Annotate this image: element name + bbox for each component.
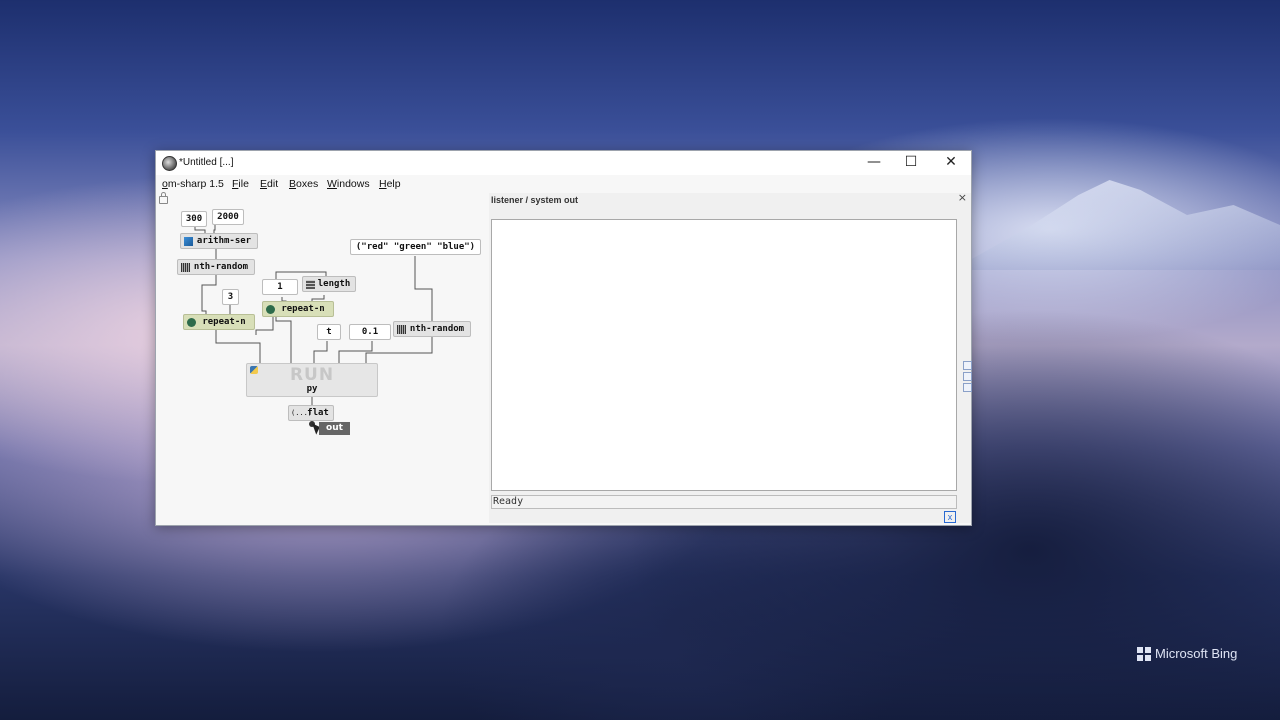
repeat-n-box-1[interactable]: repeat-n (183, 314, 255, 330)
tool-icon-1[interactable] (963, 361, 972, 370)
menu-app[interactable]: om-sharp 1.5 (162, 178, 224, 190)
wire (338, 341, 373, 363)
listener-clear-button[interactable]: x (944, 511, 956, 523)
menu-windows[interactable]: Windows (327, 178, 370, 190)
wire (275, 317, 292, 363)
t-box[interactable]: t (317, 324, 341, 340)
menu-edit[interactable]: Edit (260, 178, 278, 190)
menu-boxes[interactable]: Boxes (289, 178, 318, 190)
menu-help[interactable]: Help (379, 178, 401, 190)
lock-icon[interactable] (159, 192, 168, 204)
flat-box[interactable]: (...) flat (288, 405, 334, 421)
listener-side-tools (963, 361, 973, 394)
nth-random-box-1[interactable]: nth-random (177, 259, 255, 275)
maximize-button[interactable]: ☐ (893, 151, 929, 175)
out-box[interactable]: out (319, 422, 350, 435)
list-icon (306, 280, 315, 289)
number-box-2000[interactable]: 2000 (212, 209, 244, 225)
close-button[interactable]: ✕ (933, 151, 969, 175)
menu-file[interactable]: File (232, 178, 249, 190)
number-box-300[interactable]: 300 (181, 211, 207, 227)
bing-watermark: Microsoft Bing (1137, 646, 1237, 661)
number-box-1[interactable]: 1 (262, 279, 298, 295)
tool-icon-2[interactable] (963, 372, 972, 381)
arithm-ser-box[interactable]: arithm-ser (180, 233, 258, 249)
title-bar[interactable]: *Untitled [...] — ☐ ✕ (156, 151, 971, 175)
repeat-icon (266, 305, 275, 314)
listener-status: Ready (491, 495, 957, 509)
listener-title: listener / system out (491, 195, 579, 205)
listener-close-icon[interactable]: × (958, 191, 967, 204)
repeat-n-box-2[interactable]: repeat-n (262, 301, 334, 317)
app-icon (162, 156, 177, 171)
number-box-0-1[interactable]: 0.1 (349, 324, 391, 340)
listener-output-area[interactable] (491, 219, 957, 491)
python-run-box[interactable]: RUN py (246, 363, 378, 397)
background-mountain (970, 180, 1280, 270)
run-label[interactable]: RUN (247, 366, 377, 384)
patch-editor[interactable]: 300 2000 arithm-ser nth-random 3 repeat-… (156, 192, 488, 523)
cube-icon (184, 237, 193, 246)
wire (201, 275, 217, 314)
repeat-icon (187, 318, 196, 327)
tool-icon-3[interactable] (963, 383, 972, 392)
number-box-3[interactable]: 3 (222, 289, 239, 305)
python-icon (250, 366, 258, 374)
colors-list-box[interactable]: ("red" "green" "blue") (350, 239, 481, 255)
length-box[interactable]: length (302, 276, 356, 292)
nth-random-box-2[interactable]: nth-random (393, 321, 471, 337)
wire (215, 328, 261, 363)
window-title: *Untitled [...] (179, 157, 234, 168)
py-label: py (306, 384, 318, 394)
listener-panel: listener / system out × Ready x (489, 191, 973, 523)
windows-logo-icon (1137, 646, 1151, 661)
wire (255, 317, 274, 335)
minimize-button[interactable]: — (856, 151, 892, 175)
random-icon (397, 325, 406, 334)
random-icon (181, 263, 190, 272)
watermark-text: Microsoft Bing (1155, 646, 1238, 661)
om-sharp-window[interactable]: *Untitled [...] — ☐ ✕ om-sharp 1.5 File … (155, 150, 972, 526)
wire (313, 341, 328, 363)
menu-bar: om-sharp 1.5 File Edit Boxes Windows Hel… (156, 176, 971, 192)
wire (414, 256, 433, 321)
flat-icon: (...) (291, 409, 313, 417)
